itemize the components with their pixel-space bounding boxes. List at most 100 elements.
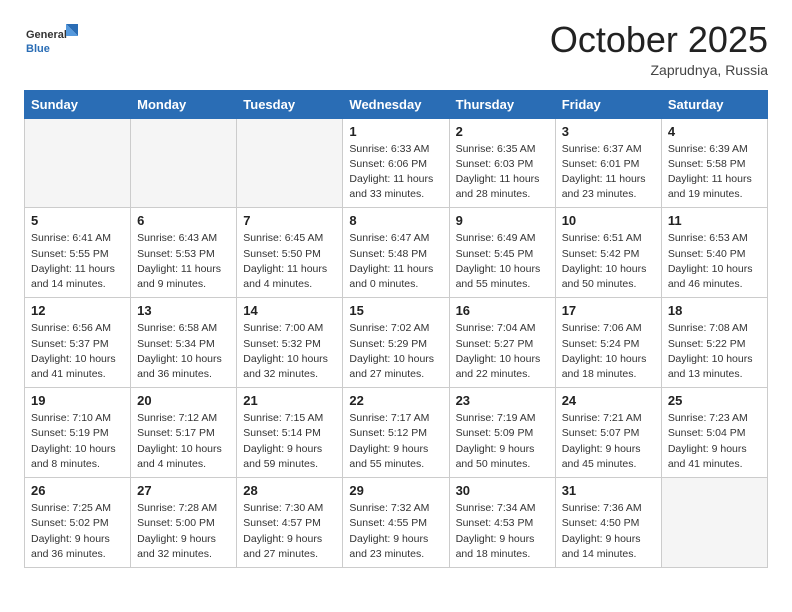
day-info: Sunrise: 7:02 AMSunset: 5:29 PMDaylight:… — [349, 321, 442, 382]
day-info: Sunrise: 7:17 AMSunset: 5:12 PMDaylight:… — [349, 411, 442, 472]
calendar-week-row: 26 Sunrise: 7:25 AMSunset: 5:02 PMDayligh… — [25, 478, 768, 568]
calendar-day-cell: 12 Sunrise: 6:56 AMSunset: 5:37 PMDayligh… — [25, 298, 131, 388]
day-info: Sunrise: 7:06 AMSunset: 5:24 PMDaylight:… — [562, 321, 655, 382]
day-info: Sunrise: 7:10 AMSunset: 5:19 PMDaylight:… — [31, 411, 124, 472]
calendar-week-row: 19 Sunrise: 7:10 AMSunset: 5:19 PMDayligh… — [25, 388, 768, 478]
day-number: 24 — [562, 393, 655, 408]
weekday-header-sunday: Sunday — [25, 90, 131, 118]
calendar-day-cell: 8Sunrise: 6:47 AMSunset: 5:48 PMDaylight… — [343, 208, 449, 298]
calendar-day-cell: 24 Sunrise: 7:21 AMSunset: 5:07 PMDayligh… — [555, 388, 661, 478]
day-info: Sunrise: 6:39 AMSunset: 5:58 PMDaylight:… — [668, 142, 761, 203]
day-number: 31 — [562, 483, 655, 498]
calendar-day-cell: 7 Sunrise: 6:45 AMSunset: 5:50 PMDaylight… — [237, 208, 343, 298]
day-number: 5 — [31, 213, 124, 228]
calendar-day-cell: 30 Sunrise: 7:34 AMSunset: 4:53 PMDayligh… — [449, 478, 555, 568]
day-number: 13 — [137, 303, 230, 318]
day-info: Sunrise: 7:19 AMSunset: 5:09 PMDaylight:… — [456, 411, 549, 472]
calendar-day-cell: 15Sunrise: 7:02 AMSunset: 5:29 PMDayligh… — [343, 298, 449, 388]
day-info: Sunrise: 7:21 AMSunset: 5:07 PMDaylight:… — [562, 411, 655, 472]
logo-icon: General Blue — [24, 20, 84, 64]
day-info: Sunrise: 6:49 AMSunset: 5:45 PMDaylight:… — [456, 231, 549, 292]
calendar-day-cell: 18Sunrise: 7:08 AMSunset: 5:22 PMDayligh… — [661, 298, 767, 388]
calendar-day-cell: 28 Sunrise: 7:30 AMSunset: 4:57 PMDayligh… — [237, 478, 343, 568]
day-number: 22 — [349, 393, 442, 408]
day-info: Sunrise: 6:47 AMSunset: 5:48 PMDaylight:… — [349, 231, 442, 292]
day-number: 6 — [137, 213, 230, 228]
calendar-day-cell: 1 Sunrise: 6:33 AMSunset: 6:06 PMDaylight… — [343, 118, 449, 208]
calendar-day-cell: 29 Sunrise: 7:32 AMSunset: 4:55 PMDayligh… — [343, 478, 449, 568]
calendar-day-cell: 27 Sunrise: 7:28 AMSunset: 5:00 PMDayligh… — [131, 478, 237, 568]
day-number: 26 — [31, 483, 124, 498]
day-number: 29 — [349, 483, 442, 498]
day-number: 17 — [562, 303, 655, 318]
calendar-day-cell: 22 Sunrise: 7:17 AMSunset: 5:12 PMDayligh… — [343, 388, 449, 478]
day-number: 25 — [668, 393, 761, 408]
day-info: Sunrise: 6:37 AMSunset: 6:01 PMDaylight:… — [562, 142, 655, 203]
day-number: 12 — [31, 303, 124, 318]
calendar-day-cell: 10 Sunrise: 6:51 AMSunset: 5:42 PMDayligh… — [555, 208, 661, 298]
day-info: Sunrise: 6:41 AMSunset: 5:55 PMDaylight:… — [31, 231, 124, 292]
day-info: Sunrise: 6:53 AMSunset: 5:40 PMDaylight:… — [668, 231, 761, 292]
calendar-day-cell: 26 Sunrise: 7:25 AMSunset: 5:02 PMDayligh… — [25, 478, 131, 568]
calendar-table: SundayMondayTuesdayWednesdayThursdayFrid… — [24, 90, 768, 568]
day-info: Sunrise: 6:43 AMSunset: 5:53 PMDaylight:… — [137, 231, 230, 292]
day-number: 11 — [668, 213, 761, 228]
day-info: Sunrise: 7:30 AMSunset: 4:57 PMDaylight:… — [243, 501, 336, 562]
weekday-header-saturday: Saturday — [661, 90, 767, 118]
weekday-header-monday: Monday — [131, 90, 237, 118]
day-number: 2 — [456, 124, 549, 139]
calendar-day-cell: 3 Sunrise: 6:37 AMSunset: 6:01 PMDaylight… — [555, 118, 661, 208]
calendar-day-cell: 14Sunrise: 7:00 AMSunset: 5:32 PMDayligh… — [237, 298, 343, 388]
calendar-week-row: 1 Sunrise: 6:33 AMSunset: 6:06 PMDaylight… — [25, 118, 768, 208]
calendar-day-cell: 4 Sunrise: 6:39 AMSunset: 5:58 PMDaylight… — [661, 118, 767, 208]
day-number: 9 — [456, 213, 549, 228]
day-number: 1 — [349, 124, 442, 139]
calendar-day-cell — [25, 118, 131, 208]
calendar-week-row: 5 Sunrise: 6:41 AMSunset: 5:55 PMDaylight… — [25, 208, 768, 298]
day-info: Sunrise: 6:35 AMSunset: 6:03 PMDaylight:… — [456, 142, 549, 203]
day-info: Sunrise: 6:33 AMSunset: 6:06 PMDaylight:… — [349, 142, 442, 203]
day-number: 10 — [562, 213, 655, 228]
calendar-day-cell: 9 Sunrise: 6:49 AMSunset: 5:45 PMDaylight… — [449, 208, 555, 298]
calendar-day-cell: 20Sunrise: 7:12 AMSunset: 5:17 PMDayligh… — [131, 388, 237, 478]
day-info: Sunrise: 6:45 AMSunset: 5:50 PMDaylight:… — [243, 231, 336, 292]
day-info: Sunrise: 7:34 AMSunset: 4:53 PMDaylight:… — [456, 501, 549, 562]
day-info: Sunrise: 7:36 AMSunset: 4:50 PMDaylight:… — [562, 501, 655, 562]
day-info: Sunrise: 6:51 AMSunset: 5:42 PMDaylight:… — [562, 231, 655, 292]
day-number: 18 — [668, 303, 761, 318]
title-block: October 2025 Zaprudnya, Russia — [550, 20, 768, 78]
day-number: 7 — [243, 213, 336, 228]
calendar-day-cell — [237, 118, 343, 208]
calendar-day-cell: 19 Sunrise: 7:10 AMSunset: 5:19 PMDayligh… — [25, 388, 131, 478]
day-info: Sunrise: 6:56 AMSunset: 5:37 PMDaylight:… — [31, 321, 124, 382]
day-info: Sunrise: 7:25 AMSunset: 5:02 PMDaylight:… — [31, 501, 124, 562]
location-subtitle: Zaprudnya, Russia — [550, 62, 768, 78]
weekday-header-tuesday: Tuesday — [237, 90, 343, 118]
calendar-day-cell: 31 Sunrise: 7:36 AMSunset: 4:50 PMDayligh… — [555, 478, 661, 568]
logo: General Blue — [24, 20, 84, 69]
day-number: 3 — [562, 124, 655, 139]
day-number: 27 — [137, 483, 230, 498]
day-number: 19 — [31, 393, 124, 408]
day-info: Sunrise: 7:23 AMSunset: 5:04 PMDaylight:… — [668, 411, 761, 472]
day-info: Sunrise: 7:28 AMSunset: 5:00 PMDaylight:… — [137, 501, 230, 562]
day-number: 28 — [243, 483, 336, 498]
calendar-day-cell: 11 Sunrise: 6:53 AMSunset: 5:40 PMDayligh… — [661, 208, 767, 298]
weekday-header-row: SundayMondayTuesdayWednesdayThursdayFrid… — [25, 90, 768, 118]
calendar-day-cell — [131, 118, 237, 208]
svg-text:General: General — [26, 29, 67, 41]
day-number: 4 — [668, 124, 761, 139]
day-number: 16 — [456, 303, 549, 318]
calendar-day-cell: 2 Sunrise: 6:35 AMSunset: 6:03 PMDaylight… — [449, 118, 555, 208]
calendar-day-cell: 5 Sunrise: 6:41 AMSunset: 5:55 PMDaylight… — [25, 208, 131, 298]
page-title: October 2025 — [550, 20, 768, 60]
day-number: 23 — [456, 393, 549, 408]
day-info: Sunrise: 7:32 AMSunset: 4:55 PMDaylight:… — [349, 501, 442, 562]
calendar-day-cell: 23 Sunrise: 7:19 AMSunset: 5:09 PMDayligh… — [449, 388, 555, 478]
day-number: 20 — [137, 393, 230, 408]
day-number: 30 — [456, 483, 549, 498]
calendar-day-cell: 13Sunrise: 6:58 AMSunset: 5:34 PMDayligh… — [131, 298, 237, 388]
weekday-header-wednesday: Wednesday — [343, 90, 449, 118]
calendar-day-cell: 6 Sunrise: 6:43 AMSunset: 5:53 PMDaylight… — [131, 208, 237, 298]
calendar-day-cell: 25 Sunrise: 7:23 AMSunset: 5:04 PMDayligh… — [661, 388, 767, 478]
